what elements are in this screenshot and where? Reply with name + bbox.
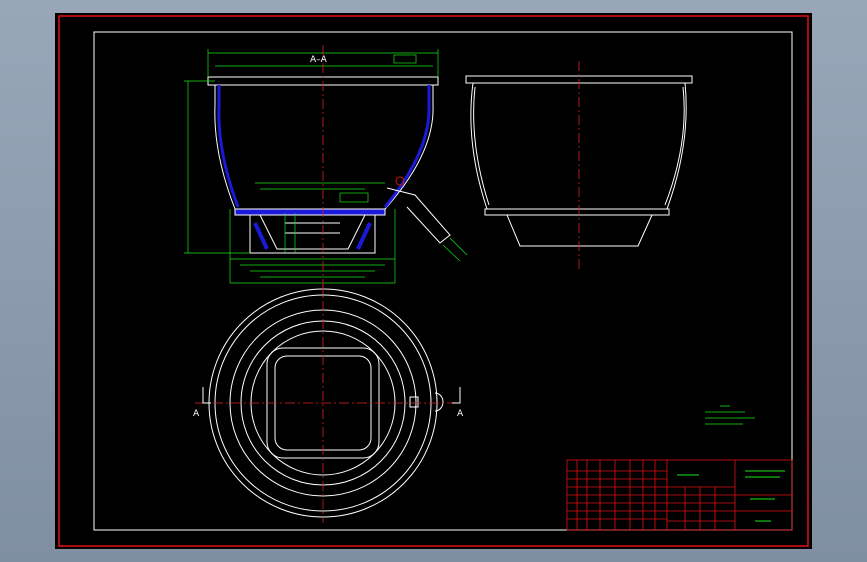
cut-label-left: A	[193, 409, 200, 419]
title-block-marks	[677, 470, 785, 522]
section-title: A–A	[310, 55, 327, 65]
cad-viewport: A–A A A	[0, 0, 867, 562]
drawing-sheet[interactable]: A–A A A	[55, 13, 812, 549]
cut-marker-right	[452, 387, 461, 404]
inner-frame	[93, 31, 793, 531]
cut-label-right: A	[457, 409, 464, 419]
technical-notes	[705, 405, 755, 425]
section-view	[207, 76, 451, 254]
drawing-canvas	[58, 15, 809, 547]
